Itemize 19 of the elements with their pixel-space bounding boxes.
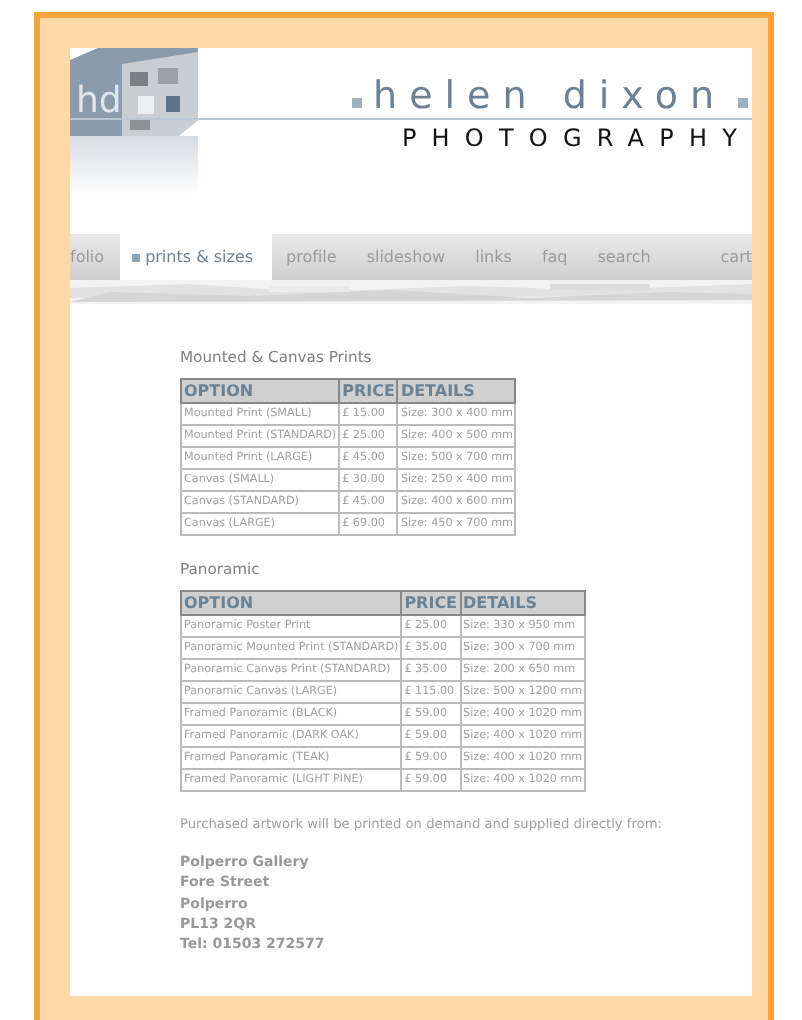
nav-tab[interactable]: prints & sizes	[119, 234, 272, 280]
nav-tab[interactable]: profile	[271, 234, 352, 280]
nav-tab[interactable]: cart	[705, 234, 752, 280]
site-subtitle: PHOTOGRAPHY	[401, 124, 752, 152]
column-header: OPTION	[181, 591, 402, 615]
nav-tab[interactable]: faq	[526, 234, 583, 280]
column-header: DETAILS	[397, 379, 516, 403]
column-header: OPTION	[181, 379, 340, 403]
nav-tab[interactable]: slideshow	[351, 234, 461, 280]
site-title: helen dixon	[373, 76, 726, 116]
square-icon	[738, 97, 748, 107]
nav-tab[interactable]: links	[460, 234, 527, 280]
nav-tab[interactable]: folio	[70, 234, 120, 280]
column-header: PRICE	[401, 591, 461, 615]
column-header: DETAILS	[460, 591, 586, 615]
square-icon	[351, 97, 362, 107]
nav-tab[interactable]: search	[582, 234, 666, 280]
column-header: PRICE	[339, 379, 398, 403]
square-icon	[131, 253, 140, 261]
